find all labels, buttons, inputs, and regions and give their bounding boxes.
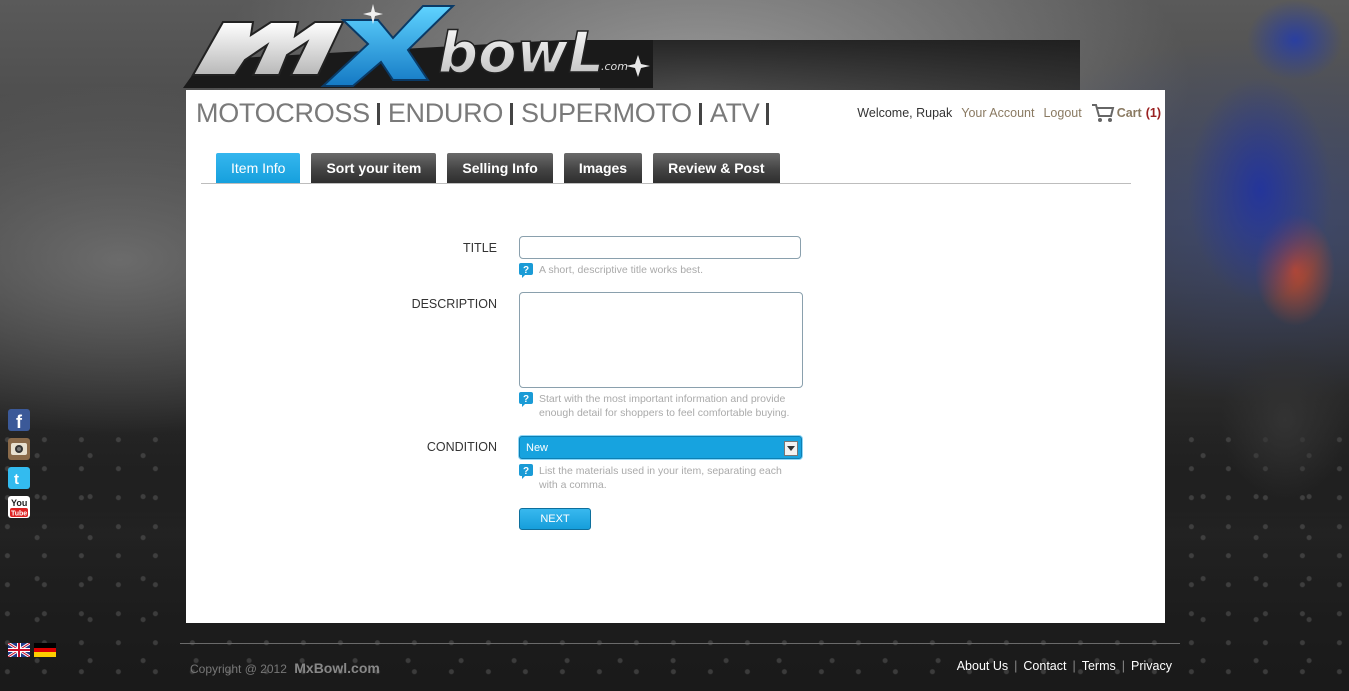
cart-count-badge: (1)	[1145, 106, 1161, 120]
footer-brand: MxBowl.com	[294, 660, 380, 676]
category-supermoto[interactable]: SUPERMOTO	[521, 98, 692, 129]
category-atv[interactable]: ATV	[710, 98, 760, 129]
tab-selling-info[interactable]: Selling Info	[447, 153, 553, 183]
condition-hint-text: List the materials used in your item, se…	[539, 465, 782, 491]
category-enduro[interactable]: ENDURO	[388, 98, 504, 129]
tab-review-post[interactable]: Review & Post	[653, 153, 780, 183]
svg-text:?: ?	[523, 394, 529, 405]
description-label: DESCRIPTION	[411, 297, 497, 311]
footer-divider	[180, 643, 1180, 644]
cart-link[interactable]: Cart (1)	[1091, 103, 1161, 123]
tab-item-info[interactable]: Item Info	[216, 153, 301, 183]
footer-links: About Us | Contact | Terms | Privacy	[957, 659, 1172, 673]
tab-sort-your-item[interactable]: Sort your item	[311, 153, 437, 183]
nav-separator	[698, 102, 702, 125]
title-label: TITLE	[462, 241, 497, 255]
german-flag-icon[interactable]	[34, 643, 57, 657]
nav-separator	[510, 102, 514, 125]
instagram-icon[interactable]	[8, 438, 30, 460]
svg-text:f: f	[16, 412, 23, 431]
footer-link-privacy[interactable]: Privacy	[1131, 659, 1172, 673]
category-nav: MOTOCROSS ENDURO SUPERMOTO ATV	[196, 98, 777, 129]
footer-link-contact[interactable]: Contact	[1023, 659, 1066, 673]
mxbowl-logo[interactable]: bowL .com	[183, 0, 663, 92]
title-hint: ? A short, descriptive title works best.	[519, 263, 799, 278]
title-hint-text: A short, descriptive title works best.	[539, 264, 703, 276]
nav-separator	[376, 102, 380, 125]
your-account-link[interactable]: Your Account	[961, 106, 1034, 120]
help-icon: ?	[519, 263, 533, 278]
main-panel: MOTOCROSS ENDURO SUPERMOTO ATV Welcome, …	[186, 90, 1165, 623]
english-flag-icon[interactable]	[7, 641, 31, 659]
footer-separator: |	[1121, 659, 1126, 673]
welcome-text: Welcome, Rupak	[857, 106, 953, 120]
description-hint-text: Start with the most important informatio…	[539, 393, 790, 419]
chevron-down-icon[interactable]	[784, 441, 798, 456]
help-icon: ?	[519, 392, 533, 407]
description-hint: ? Start with the most important informat…	[519, 392, 799, 420]
svg-text:bowL: bowL	[438, 21, 604, 86]
condition-selected-value: New	[526, 441, 549, 454]
condition-label: CONDITION	[426, 440, 497, 454]
title-input[interactable]	[519, 236, 801, 259]
condition-select[interactable]: New	[519, 436, 802, 459]
condition-hint: ? List the materials used in your item, …	[519, 464, 799, 492]
svg-text:You: You	[11, 498, 27, 508]
footer-separator: |	[1072, 659, 1076, 673]
cart-icon	[1091, 104, 1114, 122]
svg-text:Tube: Tube	[11, 511, 27, 518]
facebook-icon[interactable]: f	[8, 409, 30, 431]
description-textarea[interactable]	[519, 292, 803, 388]
help-icon: ?	[519, 464, 533, 479]
logout-link[interactable]: Logout	[1043, 106, 1081, 120]
cart-label: Cart	[1116, 106, 1142, 120]
social-links: f t You Tube	[8, 409, 30, 525]
footer-link-about[interactable]: About Us	[957, 659, 1008, 673]
footer-separator: |	[1014, 659, 1018, 673]
footer-link-terms[interactable]: Terms	[1082, 659, 1116, 673]
svg-text:?: ?	[523, 466, 529, 477]
svg-text:?: ?	[523, 265, 529, 276]
account-bar: Welcome, Rupak Your Account Logout Cart …	[857, 103, 1161, 123]
step-tabs: Item Info Sort your item Selling Info Im…	[201, 153, 1131, 184]
category-motocross[interactable]: MOTOCROSS	[196, 98, 370, 129]
header-bar	[600, 40, 1080, 90]
tab-images[interactable]: Images	[563, 153, 643, 183]
next-button[interactable]: NEXT	[519, 508, 591, 530]
svg-text:t: t	[14, 471, 19, 488]
copyright-text: Copyright @ 2012	[190, 662, 287, 676]
language-selector	[7, 641, 57, 668]
copyright: Copyright @ 2012 MxBowl.com	[190, 660, 380, 676]
svg-text:.com: .com	[601, 60, 628, 73]
youtube-icon[interactable]: You Tube	[8, 496, 30, 518]
nav-separator	[766, 102, 770, 125]
rider-image	[1165, 0, 1349, 540]
twitter-icon[interactable]: t	[8, 467, 30, 489]
